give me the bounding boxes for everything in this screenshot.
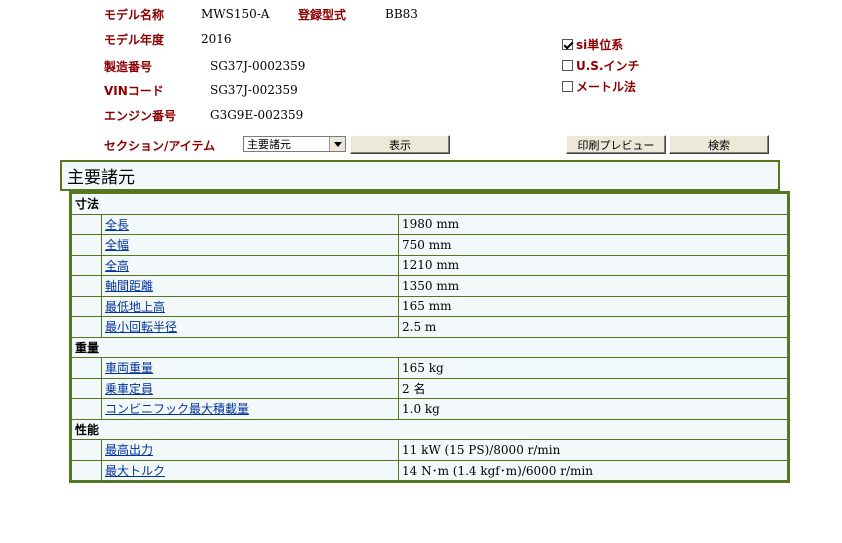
indent-cell	[71, 398, 102, 420]
chevron-down-icon[interactable]	[329, 137, 345, 151]
spec-name-cell: 最大トルク	[101, 459, 399, 481]
reg-type-label: 登録型式	[298, 8, 347, 22]
metric-checkbox[interactable]	[562, 80, 573, 92]
spec-value-cell: 1.0 kg	[398, 398, 788, 420]
si-units-option[interactable]: si単位系	[562, 36, 623, 52]
indent-cell	[71, 439, 102, 461]
table-row: コンビニフック最大積載量 1.0 kg	[71, 398, 788, 420]
spec-name-cell: 軸間距離	[101, 275, 399, 297]
spec-name-cell: 最高出力	[101, 439, 399, 461]
vin-label: VINコード	[104, 84, 164, 98]
table-row: 最高出力 11 kW (15 PS)/8000 r/min	[71, 439, 788, 461]
spec-value-cell: 2.5 m	[398, 316, 788, 338]
spec-name-cell: 車両重量	[101, 357, 399, 379]
spec-value-cell: 1350 mm	[398, 275, 788, 297]
si-units-label: si単位系	[576, 37, 624, 52]
section-select[interactable]: 主要諸元	[243, 136, 346, 152]
si-units-checkbox[interactable]	[562, 38, 573, 50]
spec-value-cell: 1980 mm	[398, 213, 788, 235]
spec-name-link[interactable]: 乗車定員	[105, 382, 153, 396]
us-inch-label: U.S.インチ	[576, 58, 640, 73]
indent-cell	[71, 234, 102, 256]
model-year-label: モデル年度	[104, 33, 165, 47]
indent-cell	[71, 275, 102, 297]
section-item-label: セクション/アイテム	[104, 139, 216, 153]
table-row: 全長 1980 mm	[71, 213, 788, 235]
group-row: 寸法	[71, 193, 788, 215]
group-header: 寸法	[71, 193, 788, 215]
group-row: 重量	[71, 336, 788, 358]
spec-name-link[interactable]: 最大トルク	[105, 464, 165, 478]
spec-name-cell: 最低地上高	[101, 295, 399, 317]
spec-value-cell: 1210 mm	[398, 254, 788, 276]
table-row: 最低地上高 165 mm	[71, 295, 788, 317]
spec-table: 寸法 全長 1980 mm 全幅 750 mm 全高 1210 mm 軸間距離 1350 mm 最…	[69, 191, 790, 483]
model-name-value: MWS150-A	[201, 7, 270, 21]
spec-name-cell: 全長	[101, 213, 399, 235]
serial-value: SG37J-0002359	[210, 59, 306, 73]
indent-cell	[71, 377, 102, 399]
spec-value-cell: 2 名	[398, 377, 788, 399]
table-row: 軸間距離 1350 mm	[71, 275, 788, 297]
spec-name-link[interactable]: 最低地上高	[105, 300, 165, 314]
spec-name-cell: 全高	[101, 254, 399, 276]
table-row: 最小回転半径 2.5 m	[71, 316, 788, 338]
section-select-value: 主要諸元	[247, 138, 291, 151]
table-row: 車両重量 165 kg	[71, 357, 788, 379]
spec-value-cell: 165 kg	[398, 357, 788, 379]
serial-label: 製造番号	[104, 60, 153, 74]
indent-cell	[71, 459, 102, 481]
table-row: 全幅 750 mm	[71, 234, 788, 256]
metric-option[interactable]: メートル法	[562, 78, 636, 94]
group-header: 性能	[71, 418, 788, 440]
us-inch-option[interactable]: U.S.インチ	[562, 57, 640, 73]
model-year-value: 2016	[201, 32, 232, 46]
engine-value: G3G9E-002359	[210, 108, 304, 122]
engine-label: エンジン番号	[104, 109, 177, 123]
spec-name-link[interactable]: 最小回転半径	[105, 320, 177, 334]
spec-name-cell: 最小回転半径	[101, 316, 399, 338]
group-row: 性能	[71, 418, 788, 440]
indent-cell	[71, 295, 102, 317]
group-header: 重量	[71, 336, 788, 358]
section-title: 主要諸元	[60, 160, 780, 191]
search-button[interactable]: 検索	[669, 135, 769, 154]
spec-name-cell: コンビニフック最大積載量	[101, 398, 399, 420]
table-row: 最大トルク 14 N･m (1.4 kgf･m)/6000 r/min	[71, 459, 788, 481]
model-name-label: モデル名称	[104, 8, 165, 22]
print-preview-button[interactable]: 印刷プレビュー	[566, 135, 666, 154]
vin-value: SG37J-002359	[210, 83, 298, 97]
indent-cell	[71, 357, 102, 379]
spec-value-cell: 11 kW (15 PS)/8000 r/min	[398, 439, 788, 461]
spec-name-link[interactable]: 車両重量	[105, 361, 153, 375]
table-row: 乗車定員 2 名	[71, 377, 788, 399]
spec-name-link[interactable]: 最高出力	[105, 443, 153, 457]
spec-value-cell: 750 mm	[398, 234, 788, 256]
spec-name-link[interactable]: 全長	[105, 218, 129, 232]
spec-name-cell: 全幅	[101, 234, 399, 256]
table-row: 全高 1210 mm	[71, 254, 788, 276]
indent-cell	[71, 213, 102, 235]
spec-name-cell: 乗車定員	[101, 377, 399, 399]
indent-cell	[71, 254, 102, 276]
spec-name-link[interactable]: 全幅	[105, 238, 129, 252]
us-inch-checkbox[interactable]	[562, 59, 573, 71]
spec-value-cell: 14 N･m (1.4 kgf･m)/6000 r/min	[398, 459, 788, 481]
metric-label: メートル法	[576, 79, 637, 94]
spec-name-link[interactable]: 全高	[105, 259, 129, 273]
show-button[interactable]: 表示	[350, 135, 450, 154]
spec-value-cell: 165 mm	[398, 295, 788, 317]
spec-name-link[interactable]: コンビニフック最大積載量	[105, 402, 249, 416]
indent-cell	[71, 316, 102, 338]
spec-name-link[interactable]: 軸間距離	[105, 279, 153, 293]
reg-type-value: BB83	[385, 7, 418, 21]
